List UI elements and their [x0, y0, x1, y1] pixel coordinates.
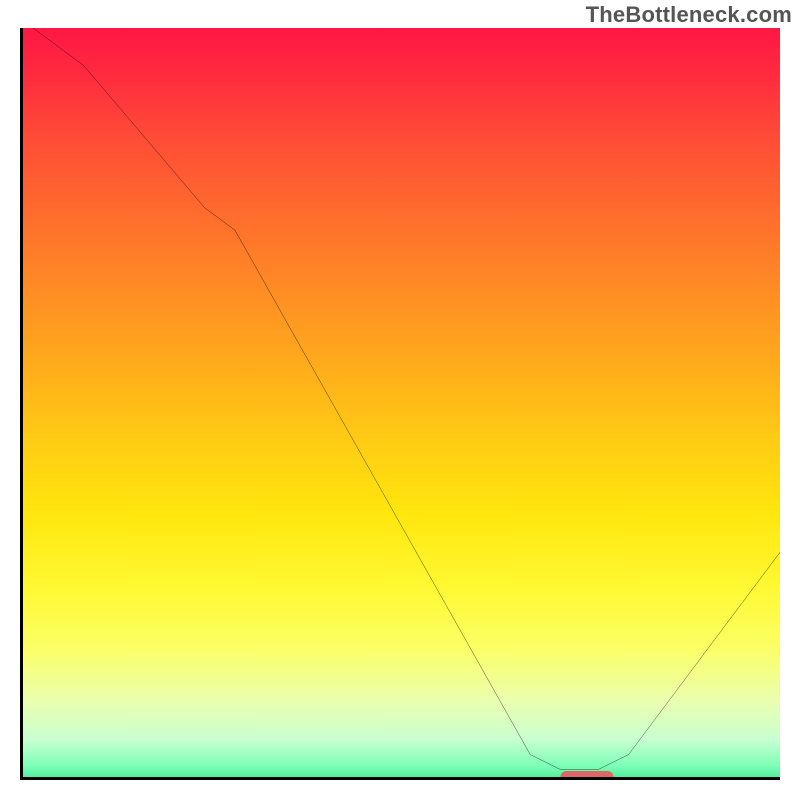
optimum-marker	[560, 771, 613, 780]
watermark-text: TheBottleneck.com	[586, 2, 792, 28]
plot-area	[20, 28, 780, 780]
chart-container: TheBottleneck.com	[0, 0, 800, 800]
curve-layer	[23, 28, 780, 777]
bottleneck-curve-path	[23, 28, 780, 770]
